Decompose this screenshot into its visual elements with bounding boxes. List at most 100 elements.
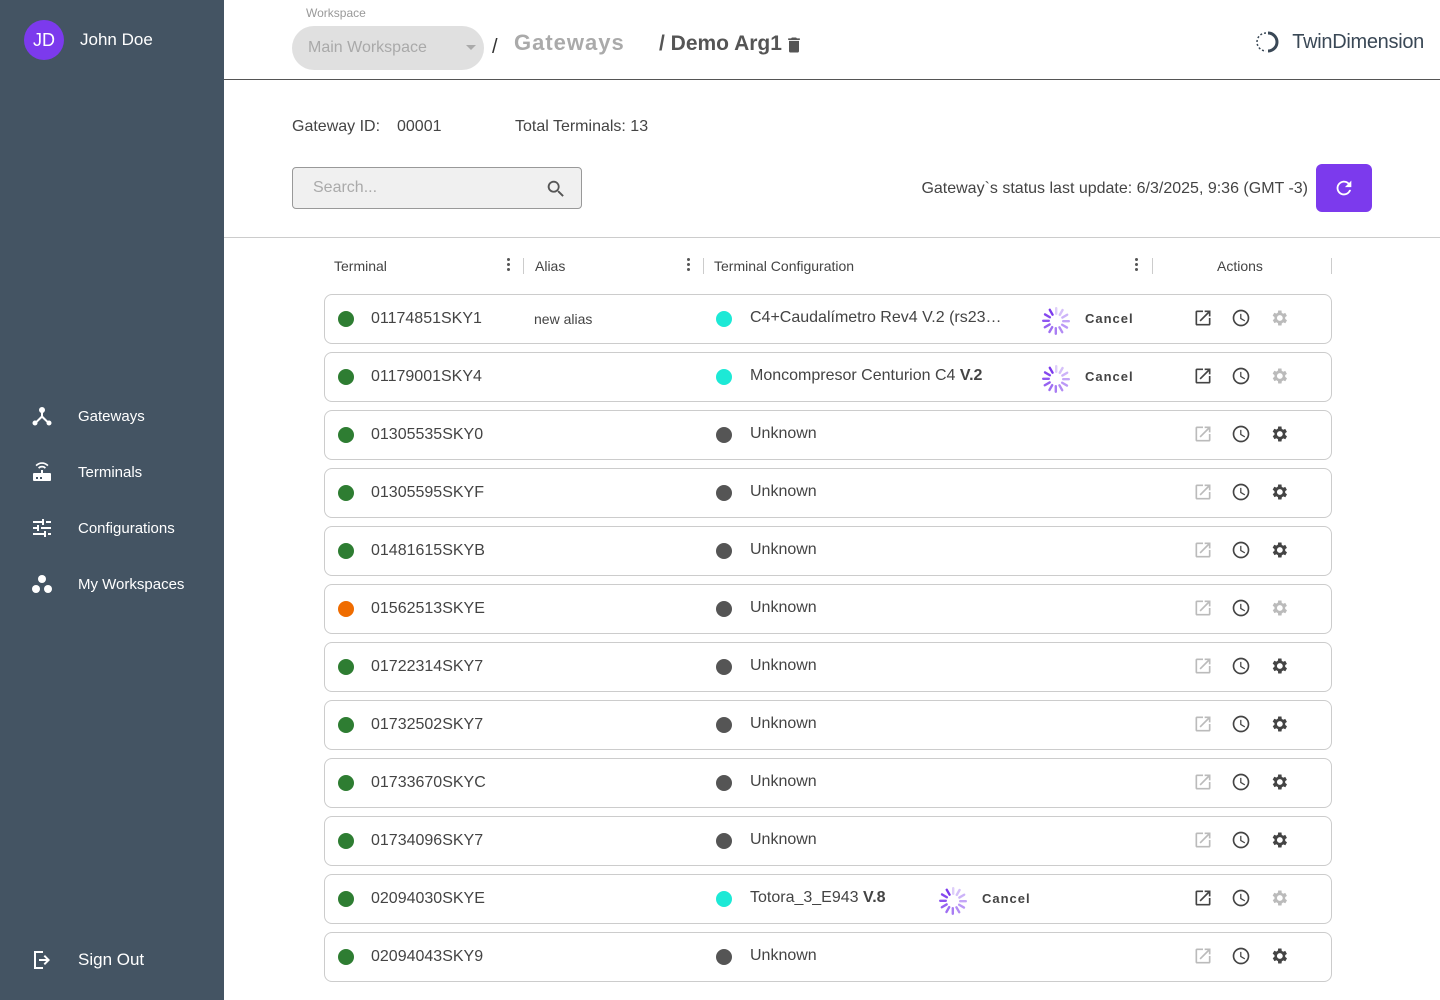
history-icon bbox=[1231, 773, 1251, 796]
history-icon bbox=[1231, 483, 1251, 506]
settings-button[interactable] bbox=[1269, 830, 1291, 852]
history-button[interactable] bbox=[1231, 888, 1253, 910]
settings-button[interactable] bbox=[1269, 714, 1291, 736]
cancel-button[interactable]: Cancel bbox=[1085, 311, 1134, 326]
open-external-button[interactable] bbox=[1193, 888, 1215, 910]
open-external-icon bbox=[1193, 484, 1213, 506]
cancel-button[interactable]: Cancel bbox=[982, 891, 1031, 906]
search-icon[interactable] bbox=[545, 178, 567, 200]
user-name: John Doe bbox=[80, 30, 153, 49]
column-header-configuration[interactable]: Terminal Configuration bbox=[714, 258, 854, 274]
gear-icon bbox=[1269, 948, 1289, 970]
history-button[interactable] bbox=[1231, 308, 1253, 330]
table-row[interactable]: 01734096SKY7 Unknown bbox=[324, 816, 1332, 866]
table-row[interactable]: 01722314SKY7 Unknown bbox=[324, 642, 1332, 692]
configuration-status-dot bbox=[716, 369, 732, 385]
open-external-icon bbox=[1193, 310, 1213, 332]
configuration-name: Unknown bbox=[750, 425, 817, 442]
user-profile[interactable]: JD John Doe bbox=[24, 20, 153, 60]
column-menu-icon[interactable] bbox=[1135, 258, 1139, 274]
terminal-configuration: Moncompresor Centurion C4 V.2 bbox=[750, 367, 982, 385]
open-external-icon bbox=[1193, 832, 1213, 854]
table-row[interactable]: 01179001SKY4 Moncompresor Centurion C4 V… bbox=[324, 352, 1332, 402]
column-separator[interactable] bbox=[1152, 258, 1153, 274]
table-row[interactable]: 01481615SKYB Unknown bbox=[324, 526, 1332, 576]
refresh-button[interactable] bbox=[1316, 164, 1372, 212]
app-root: JD John Doe Gateways Terminals Configura… bbox=[0, 0, 1440, 1000]
delete-gateway-button[interactable] bbox=[784, 34, 804, 56]
history-button[interactable] bbox=[1231, 598, 1253, 620]
history-button[interactable] bbox=[1231, 366, 1253, 388]
configuration-status-dot bbox=[716, 311, 732, 327]
column-header-alias[interactable]: Alias bbox=[535, 258, 565, 274]
history-button[interactable] bbox=[1231, 656, 1253, 678]
history-button[interactable] bbox=[1231, 482, 1253, 504]
open-external-button[interactable] bbox=[1193, 308, 1215, 330]
column-separator[interactable] bbox=[523, 258, 524, 274]
cancel-button[interactable]: Cancel bbox=[1085, 369, 1134, 384]
logout-icon bbox=[34, 951, 50, 969]
table-row[interactable]: 02094030SKYE Totora_3_E943 V.8 Cancel bbox=[324, 874, 1332, 924]
sidebar-item-configurations[interactable]: Configurations bbox=[0, 500, 224, 556]
history-icon bbox=[1231, 309, 1251, 332]
column-header-terminal[interactable]: Terminal bbox=[334, 258, 387, 274]
table-row[interactable]: 02094043SKY9 Unknown bbox=[324, 932, 1332, 982]
gear-icon bbox=[1269, 716, 1289, 738]
table-row[interactable]: 01174851SKY1 new alias C4+Caudalímetro R… bbox=[324, 294, 1332, 344]
terminal-id: 02094043SKY9 bbox=[371, 948, 484, 965]
gear-icon bbox=[1269, 426, 1289, 448]
sidebar-item-label: My Workspaces bbox=[78, 575, 185, 593]
sidebar-item-gateways[interactable]: Gateways bbox=[0, 388, 224, 444]
column-menu-icon[interactable] bbox=[507, 258, 511, 274]
settings-button[interactable] bbox=[1269, 772, 1291, 794]
sidebar-item-terminals[interactable]: Terminals bbox=[0, 444, 224, 500]
terminal-status-dot bbox=[338, 775, 354, 791]
terminal-status-dot bbox=[338, 427, 354, 443]
terminal-id: 01481615SKYB bbox=[371, 542, 485, 559]
sidebar-item-label: Configurations bbox=[78, 519, 175, 537]
workspace-select[interactable]: Main Workspace bbox=[292, 26, 484, 70]
configuration-status-dot bbox=[716, 717, 732, 733]
column-separator[interactable] bbox=[703, 258, 704, 274]
settings-button[interactable] bbox=[1269, 540, 1291, 562]
terminal-id: 01733670SKYC bbox=[371, 774, 486, 791]
sidebar: JD John Doe Gateways Terminals Configura… bbox=[0, 0, 224, 1000]
breadcrumb-gateways-link[interactable]: Gateways bbox=[514, 30, 625, 56]
history-button[interactable] bbox=[1231, 540, 1253, 562]
sidebar-item-my-workspaces[interactable]: My Workspaces bbox=[0, 556, 224, 612]
history-button[interactable] bbox=[1231, 946, 1253, 968]
gear-icon bbox=[1269, 658, 1289, 680]
open-external-button[interactable] bbox=[1193, 366, 1215, 388]
table-row[interactable]: 01305535SKY0 Unknown bbox=[324, 410, 1332, 460]
table-row[interactable]: 01562513SKYE Unknown bbox=[324, 584, 1332, 634]
column-menu-icon[interactable] bbox=[687, 258, 691, 274]
history-icon bbox=[1231, 715, 1251, 738]
table-row[interactable]: 01732502SKY7 Unknown bbox=[324, 700, 1332, 750]
sign-out-button[interactable]: Sign Out bbox=[0, 932, 224, 988]
history-button[interactable] bbox=[1231, 424, 1253, 446]
configuration-name: Unknown bbox=[750, 483, 817, 500]
open-external-icon bbox=[1193, 426, 1213, 448]
search-input[interactable] bbox=[293, 168, 533, 208]
history-icon bbox=[1231, 947, 1251, 970]
open-external-button bbox=[1193, 540, 1215, 562]
avatar[interactable]: JD bbox=[24, 20, 64, 60]
history-button[interactable] bbox=[1231, 714, 1253, 736]
last-update-text: Gateway`s status last update: 6/3/2025, … bbox=[921, 180, 1308, 197]
settings-button[interactable] bbox=[1269, 656, 1291, 678]
settings-button[interactable] bbox=[1269, 424, 1291, 446]
table-row[interactable]: 01305595SKYF Unknown bbox=[324, 468, 1332, 518]
workspace-select-value: Main Workspace bbox=[308, 39, 427, 56]
open-external-button bbox=[1193, 830, 1215, 852]
history-button[interactable] bbox=[1231, 830, 1253, 852]
settings-button[interactable] bbox=[1269, 482, 1291, 504]
table-row[interactable]: 01733670SKYC Unknown bbox=[324, 758, 1332, 808]
terminal-status-dot bbox=[338, 833, 354, 849]
settings-button[interactable] bbox=[1269, 946, 1291, 968]
history-button[interactable] bbox=[1231, 772, 1253, 794]
configuration-name: Unknown bbox=[750, 831, 817, 848]
chevron-down-icon bbox=[466, 45, 476, 50]
configuration-status-dot bbox=[716, 601, 732, 617]
column-separator[interactable] bbox=[1331, 258, 1332, 274]
terminal-list: 01174851SKY1 new alias C4+Caudalímetro R… bbox=[324, 294, 1332, 990]
